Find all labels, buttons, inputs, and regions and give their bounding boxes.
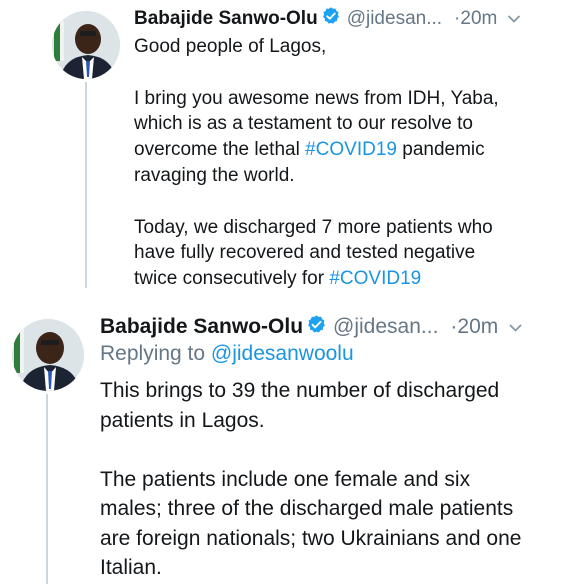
author-name[interactable]: Babajide Sanwo-Olu [134, 8, 318, 30]
time-separator: · [450, 315, 458, 338]
tweet-text-part: pandemic ravaging the world. Today, we d… [134, 139, 493, 290]
timestamp[interactable]: 20m [460, 8, 497, 30]
avatar[interactable] [52, 11, 120, 79]
replying-to-line: Replying to @jidesanwoolu [100, 342, 354, 366]
hashtag-link[interactable]: #COVID19 [329, 268, 421, 289]
tweet-header: Babajide Sanwo-Olu @jidesan... · 20m [134, 6, 521, 32]
thread-line [46, 394, 48, 584]
chevron-down-icon[interactable] [507, 8, 521, 30]
replying-to-label: Replying to [100, 342, 211, 365]
mention-link[interactable]: @jidesanwoolu [211, 342, 354, 365]
tweet-header: Babajide Sanwo-Olu @jidesan... · 20m [100, 313, 523, 341]
thread-line [85, 82, 87, 288]
tweet-text: This brings to 39 the number of discharg… [100, 376, 570, 583]
tweet-text: Good people of Lagos, I bring you awesom… [134, 34, 554, 292]
author-handle[interactable]: @jidesan... [347, 8, 442, 30]
tweet-text-part: This brings to 39 the number of discharg… [100, 379, 522, 579]
avatar[interactable] [12, 319, 84, 391]
author-handle[interactable]: @jidesan... [333, 315, 438, 339]
verified-badge-icon [306, 314, 327, 341]
author-name[interactable]: Babajide Sanwo-Olu [100, 315, 303, 339]
verified-badge-icon [321, 6, 341, 32]
hashtag-link[interactable]: #COVID19 [305, 139, 397, 160]
timestamp[interactable]: 20m [457, 315, 498, 339]
chevron-down-icon[interactable] [508, 315, 523, 339]
